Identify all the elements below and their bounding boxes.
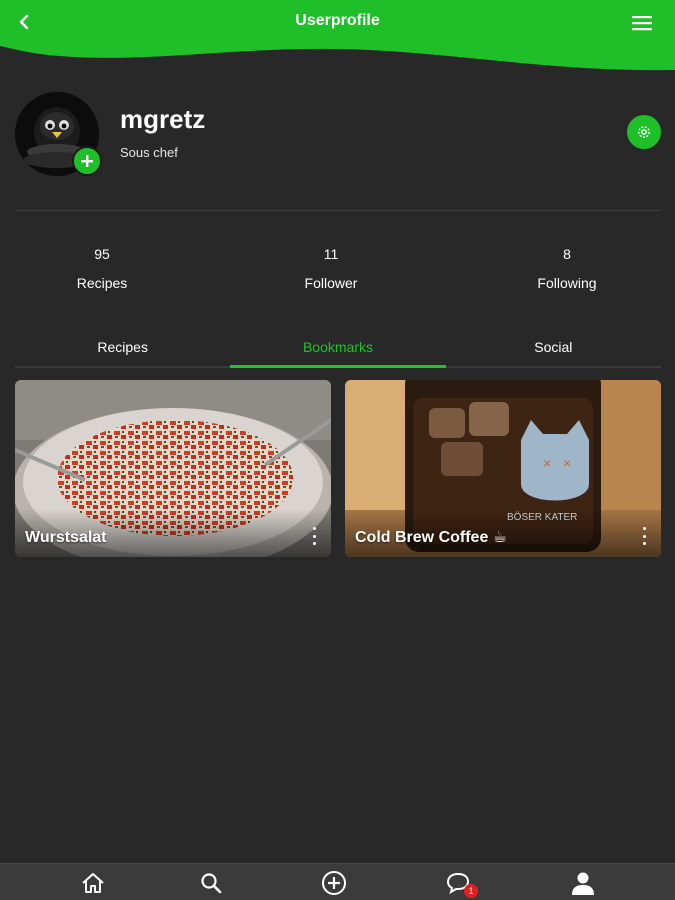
stat-recipes-label: Recipes: [76, 275, 128, 291]
dot-icon: [642, 542, 646, 545]
recipe-card[interactable]: Wurstsalat: [15, 380, 331, 557]
nav-add[interactable]: [320, 870, 348, 896]
tab-social[interactable]: Social: [446, 330, 661, 366]
stat-follower-value: 11: [323, 246, 339, 262]
stat-recipes-value: 95: [94, 246, 110, 262]
svg-text:×: ×: [563, 455, 571, 471]
card-title: Cold Brew Coffee ☕: [355, 529, 508, 546]
header-background: [0, 0, 675, 71]
dot-icon: [312, 534, 316, 538]
hamburger-menu-icon: [632, 16, 652, 31]
menu-button[interactable]: [629, 10, 655, 36]
app-header: Userprofile: [0, 0, 675, 72]
home-icon: [82, 873, 104, 893]
nav-profile[interactable]: [569, 870, 597, 896]
nav-chat[interactable]: 1: [444, 870, 478, 898]
more-options-button[interactable]: [309, 527, 319, 545]
bottom-navigation: 1: [0, 863, 675, 900]
card-title: Wurstsalat: [25, 529, 107, 546]
add-avatar-button[interactable]: [72, 146, 102, 176]
dot-icon: [642, 534, 646, 538]
dot-icon: [312, 527, 316, 530]
search-icon: [201, 873, 222, 894]
user-role: Sous chef: [120, 145, 178, 160]
profile-avatar-container: [15, 92, 102, 176]
nav-home[interactable]: [79, 870, 107, 896]
stat-follower[interactable]: 11 Follower: [251, 246, 411, 291]
dot-icon: [312, 542, 316, 545]
svg-text:×: ×: [543, 455, 551, 471]
stat-following[interactable]: 8 Following: [487, 246, 647, 291]
stat-follower-label: Follower: [304, 275, 358, 291]
notification-badge: 1: [464, 884, 478, 898]
profile-divider: [15, 210, 661, 211]
more-options-button[interactable]: [639, 527, 649, 545]
username: mgretz: [120, 104, 206, 134]
stat-following-value: 8: [563, 246, 571, 262]
settings-button[interactable]: [627, 115, 661, 149]
recipe-card[interactable]: × × BÖSER KATER Cold Brew Coffee ☕: [345, 380, 661, 557]
tab-bookmarks[interactable]: Bookmarks: [230, 330, 446, 368]
page-title: Userprofile: [295, 12, 380, 29]
person-icon: [572, 872, 594, 895]
stat-recipes[interactable]: 95 Recipes: [22, 246, 182, 291]
nav-search[interactable]: [197, 870, 225, 896]
plus-icon: [81, 155, 93, 167]
tab-recipes[interactable]: Recipes: [15, 330, 230, 366]
profile-tabs: Recipes Bookmarks Social: [15, 330, 661, 368]
stat-following-label: Following: [537, 275, 597, 291]
add-circle-icon: [322, 871, 346, 895]
dot-icon: [642, 527, 646, 530]
gear-icon: [638, 126, 650, 138]
